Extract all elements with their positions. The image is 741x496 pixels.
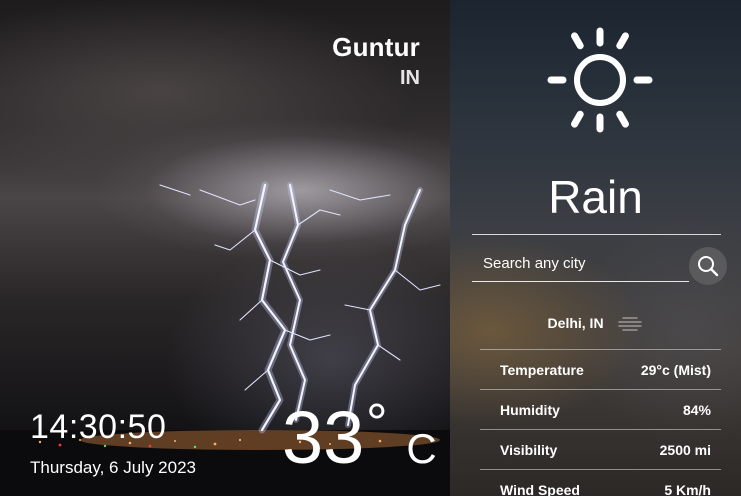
city-name: Guntur (332, 32, 420, 62)
current-date: Thursday, 6 July 2023 (30, 458, 196, 477)
temperature-unit: C (406, 425, 437, 472)
detail-row-visibility: Visibility 2500 mi (480, 429, 721, 469)
search-icon (698, 256, 719, 277)
current-time: 14:30:50 (30, 408, 167, 446)
temperature-value: 33 (282, 396, 365, 479)
search-result-location: Delhi, IN (450, 315, 741, 332)
detail-value: 29°c (Mist) (640, 361, 711, 378)
divider (472, 234, 721, 235)
detail-value: 84% (682, 401, 711, 418)
detail-row-humidity: Humidity 84% (480, 389, 721, 429)
detail-row-wind-speed: Wind Speed 5 Km/h (480, 469, 721, 496)
detail-row-temperature: Temperature 29°c (Mist) (480, 349, 721, 389)
degree-symbol: ° (366, 393, 388, 453)
search-button[interactable] (689, 247, 727, 285)
detail-label: Temperature (500, 361, 584, 378)
hero-panel: Guntur IN 14:30:50 Thursday, 6 July 2023… (0, 0, 450, 496)
mist-icon (618, 317, 643, 332)
city-search-input[interactable] (472, 246, 689, 282)
weather-condition: Rain (548, 171, 643, 223)
temperature-display: 33 ° C (282, 393, 437, 488)
result-location-text: Delhi, IN (547, 315, 604, 331)
detail-label: Visibility (500, 441, 558, 458)
country-code: IN (400, 67, 420, 89)
detail-value: 2500 mi (659, 441, 711, 458)
detail-label: Humidity (500, 401, 560, 418)
detail-value: 5 Km/h (664, 481, 711, 496)
sun-icon (547, 27, 653, 133)
detail-label: Wind Speed (500, 481, 580, 496)
info-panel: Rain Delhi, IN Temperature 29°c (Mist) H… (450, 0, 741, 496)
weather-details: Temperature 29°c (Mist) Humidity 84% Vis… (480, 349, 721, 496)
